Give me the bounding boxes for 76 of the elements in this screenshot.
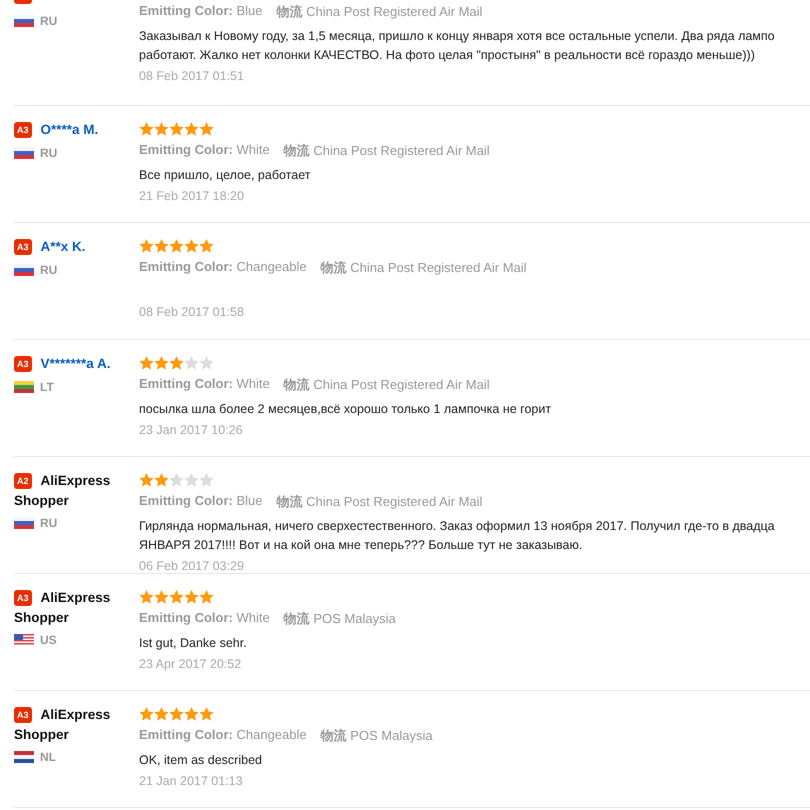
attribute-text: Emitting Color: White xyxy=(139,376,270,393)
review-text: Ist gut, Danke sehr. xyxy=(139,635,248,652)
shipping-text: 物流 POS Malaysia xyxy=(320,727,433,745)
filled-star-icon xyxy=(139,590,154,604)
country-code: LT xyxy=(40,380,54,394)
buyer-name[interactable]: O****a M. xyxy=(40,122,98,137)
filled-star-icon xyxy=(154,238,169,252)
attribute-text: Emitting Color: White xyxy=(139,142,270,159)
filled-star-icon xyxy=(139,356,154,370)
shipping-text: 物流 China Post Registered Air Mail xyxy=(320,259,527,277)
level-badge: A2 xyxy=(14,473,32,489)
filled-star-icon xyxy=(154,706,169,720)
shipping-text: 物流 China Post Registered Air Mail xyxy=(284,376,490,394)
filled-star-icon xyxy=(169,122,184,136)
level-badge: A3 xyxy=(14,239,32,255)
filled-star-icon xyxy=(199,238,214,252)
filled-star-icon xyxy=(139,706,154,720)
buyer-name[interactable]: V*******a A. xyxy=(40,356,111,371)
attribute-text: Emitting Color: Blue xyxy=(139,493,263,510)
shipping-text: 物流 China Post Registered Air Mail xyxy=(284,142,490,160)
review-date: 21 Jan 2017 01:13 xyxy=(139,774,244,788)
attribute-text: Emitting Color: Blue xyxy=(139,3,263,20)
level-badge: A3 xyxy=(14,356,32,372)
country-code: NL xyxy=(40,750,56,764)
country-code: RU xyxy=(40,146,58,160)
filled-star-icon xyxy=(184,238,199,252)
country-code: RU xyxy=(40,14,58,28)
buyer-name: AliExpress xyxy=(40,590,110,605)
filled-star-icon xyxy=(139,122,154,136)
level-badge: A3 xyxy=(14,590,32,606)
filled-star-icon xyxy=(139,472,154,486)
shipping-text: 物流 China Post Registered Air Mail xyxy=(276,3,482,21)
attribute-text: Emitting Color: White xyxy=(139,610,270,627)
filled-star-icon xyxy=(154,356,169,370)
filled-star-icon xyxy=(169,706,184,720)
attribute-text: Emitting Color: Changeable xyxy=(139,259,307,276)
filled-star-icon xyxy=(184,590,199,604)
country-code: RU xyxy=(40,263,58,277)
filled-star-icon xyxy=(199,590,214,604)
review-date: 23 Jan 2017 10:26 xyxy=(139,423,244,437)
country-code: US xyxy=(40,633,57,647)
buyer-name: Shopper xyxy=(14,492,70,510)
filled-star-icon xyxy=(139,238,154,252)
filled-star-icon xyxy=(184,706,199,720)
shipping-text: 物流 POS Malaysia xyxy=(284,610,396,628)
buyer-name: Shopper xyxy=(14,726,70,744)
attribute-text: Emitting Color: Changeable xyxy=(139,727,307,744)
review-text: ЯНВАРЯ 2017!!!! Вот и на кой она мне теперь??? Больше тут не заказываю. xyxy=(139,537,584,554)
filled-star-icon xyxy=(199,706,214,720)
review-text: Все пришло, целое, работает xyxy=(139,167,312,184)
review-date: 23 Apr 2017 20:52 xyxy=(139,657,242,671)
filled-star-icon xyxy=(169,356,184,370)
review-text: работают. Жалко нет колонки КАЧЕСТВО. На фото целая "простыня" в реальности всё гораздо меньше))) xyxy=(139,47,756,64)
review-date: 08 Feb 2017 01:51 xyxy=(139,69,245,83)
review-text: посылка шла более 2 месяцев,всё хорошо только 1 лампочка не горит xyxy=(139,401,552,418)
filled-star-icon xyxy=(154,122,169,136)
buyer-name[interactable]: A**x K. xyxy=(40,239,86,254)
buyer-name: AliExpress xyxy=(40,707,110,722)
review-text: Заказывал к Новому году, за 1,5 месяца, пришло к концу января хотя все остальные успели. Два ряда лампо xyxy=(139,28,776,45)
filled-star-icon xyxy=(184,122,199,136)
buyer-name: Shopper xyxy=(14,609,70,627)
review-text: OK, item as described xyxy=(139,752,263,769)
country-code: RU xyxy=(40,516,58,530)
level-badge: A3 xyxy=(14,707,32,723)
review-date: 21 Feb 2017 18:20 xyxy=(139,189,245,203)
review-text: Гирлянда нормальная, ничего сверхестественного. Заказ оформил 13 ноября 2017. Получил где-то в двадца xyxy=(139,518,776,535)
review-date: 08 Feb 2017 01:58 xyxy=(139,305,245,319)
buyer-name: AliExpress xyxy=(40,473,110,488)
filled-star-icon xyxy=(169,238,184,252)
filled-star-icon xyxy=(199,122,214,136)
filled-star-icon xyxy=(169,590,184,604)
filled-star-icon xyxy=(154,590,169,604)
level-badge: A3 xyxy=(14,122,32,138)
review-date: 06 Feb 2017 03:29 xyxy=(139,559,245,573)
filled-star-icon xyxy=(154,472,169,486)
shipping-text: 物流 China Post Registered Air Mail xyxy=(276,493,482,511)
